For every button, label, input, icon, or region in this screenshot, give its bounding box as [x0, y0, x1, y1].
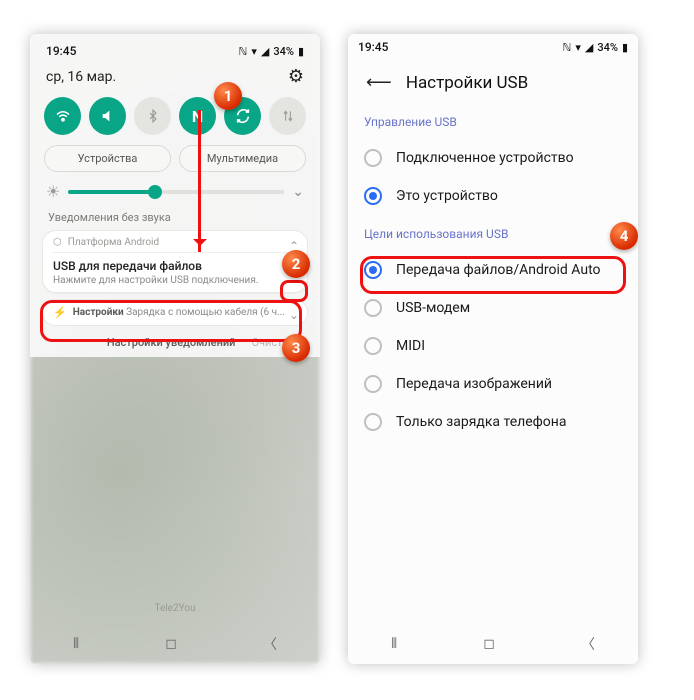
radio-usb-tether[interactable]: USB-модем — [362, 289, 624, 327]
group-purpose-label: Цели использования USB — [362, 223, 624, 251]
brightness-expand-icon[interactable]: ⌄ — [292, 184, 304, 200]
status-bar: 19:45 ℕ ▾ ◢ 34% ▮ — [348, 34, 638, 56]
battery-text: 34% — [273, 45, 294, 58]
radio-icon[interactable] — [364, 149, 382, 167]
shade-footer: Настройки уведомлений Очистить — [40, 332, 310, 357]
nav-recents-icon[interactable]: ⦀ — [391, 636, 397, 652]
chip-row: Устройства Мультимедиа — [40, 145, 310, 182]
notif-settings-link[interactable]: Настройки уведомлений — [107, 336, 236, 349]
android-icon: ⬡ — [53, 237, 62, 248]
charging-notification-card[interactable]: ⚡ Настройки Зарядка с помощью кабеля (6 … — [42, 299, 308, 326]
nav-bar: ⦀ ◻ 〈 — [348, 634, 638, 654]
signal-icon: ◢ — [261, 45, 269, 58]
android-platform-label: Платформа Android — [68, 237, 159, 248]
radio-label: Это устройство — [396, 188, 498, 204]
marker-4: 4 — [610, 222, 638, 250]
brightness-icon: ☀ — [46, 182, 60, 201]
radio-label: Передача файлов/Android Auto — [396, 262, 601, 278]
wifi-icon: ▾ — [251, 45, 257, 58]
radio-icon[interactable] — [364, 413, 382, 431]
nfc-icon: ℕ — [563, 41, 572, 54]
expand-chevron-icon[interactable]: ⌄ — [289, 308, 299, 322]
nav-back-icon[interactable]: 〈 — [263, 634, 277, 654]
nfc-icon: ℕ — [239, 45, 248, 58]
title-row: ⟵ Настройки USB — [362, 62, 624, 111]
radio-icon[interactable] — [364, 187, 382, 205]
date-row: ср, 16 мар. ⚙ — [40, 60, 310, 97]
power-text: Зарядка с помощью кабеля (6 ч... — [126, 307, 285, 318]
battery-icon: ▮ — [622, 41, 628, 54]
radio-label: MIDI — [396, 338, 425, 354]
usb-notif-title: USB для передачи файлов — [53, 259, 297, 273]
battery-icon: ▮ — [298, 45, 304, 58]
radio-icon[interactable] — [364, 375, 382, 393]
marker-1: 1 — [214, 82, 242, 110]
phone-right-usb-settings: 19:45 ℕ ▾ ◢ 34% ▮ ⟵ Настройки USB Управл… — [348, 34, 638, 664]
radio-icon[interactable] — [364, 299, 382, 317]
status-bar: 19:45 ℕ ▾ ◢ 34% ▮ — [40, 42, 310, 60]
marker-3: 3 — [282, 334, 310, 362]
qs-bluetooth-icon[interactable] — [134, 97, 171, 135]
brightness-slider[interactable]: ☀ ⌄ — [40, 182, 310, 209]
date-label: ср, 16 мар. — [46, 69, 116, 85]
nav-bar: ⦀ ◻ 〈 — [30, 634, 320, 654]
status-icons: ℕ ▾ ◢ 34% ▮ — [563, 41, 628, 54]
bolt-icon: ⚡ — [53, 306, 67, 319]
radio-label: USB-модем — [396, 300, 470, 316]
nav-back-icon[interactable]: 〈 — [581, 634, 595, 654]
notif-header: ⬡ Платформа Android — [53, 237, 297, 253]
nav-home-icon[interactable]: ◻ — [165, 636, 177, 652]
phone-left-shade: 19:45 ℕ ▾ ◢ 34% ▮ ср, 16 мар. ⚙ N Устрой… — [30, 34, 320, 664]
power-prefix: Настройки — [73, 307, 124, 318]
marker-2: 2 — [282, 250, 310, 278]
status-icons: ℕ ▾ ◢ 34% ▮ — [239, 45, 304, 58]
brightness-thumb[interactable] — [148, 185, 162, 199]
annotation-arrow — [198, 110, 201, 252]
radio-icon[interactable] — [364, 261, 382, 279]
notification-shade: 19:45 ℕ ▾ ◢ 34% ▮ ср, 16 мар. ⚙ N Устрой… — [30, 34, 320, 357]
brightness-track[interactable] — [68, 190, 284, 194]
radio-icon[interactable] — [364, 337, 382, 355]
radio-ptp[interactable]: Передача изображений — [362, 365, 624, 403]
signal-icon: ◢ — [585, 41, 593, 54]
nav-home-icon[interactable]: ◻ — [483, 636, 495, 652]
chip-devices[interactable]: Устройства — [44, 145, 171, 172]
group-control-label: Управление USB — [362, 111, 624, 139]
radio-label: Только зарядка телефона — [396, 414, 566, 430]
quick-settings-row: N — [40, 97, 310, 145]
radio-midi[interactable]: MIDI — [362, 327, 624, 365]
radio-charge-only[interactable]: Только зарядка телефона — [362, 403, 624, 441]
usb-notif-subtitle: Нажмите для настройки USB подключения. — [53, 275, 297, 286]
radio-this-device[interactable]: Это устройство — [362, 177, 624, 215]
radio-connected-device[interactable]: Подключенное устройство — [362, 139, 624, 177]
page-title: Настройки USB — [406, 73, 528, 93]
status-time: 19:45 — [46, 44, 76, 58]
battery-text: 34% — [597, 41, 618, 54]
radio-label: Подключенное устройство — [396, 150, 574, 166]
qs-wifi-icon[interactable] — [44, 97, 81, 135]
radio-label: Передача изображений — [396, 376, 552, 392]
qs-data-icon[interactable] — [269, 97, 306, 135]
settings-gear-icon[interactable]: ⚙ — [288, 66, 304, 87]
nav-recents-icon[interactable]: ⦀ — [73, 636, 79, 652]
usb-settings-screen: ⟵ Настройки USB Управление USB Подключен… — [348, 56, 638, 447]
status-time: 19:45 — [358, 40, 388, 54]
carrier-label: Tele2You — [30, 603, 320, 614]
back-arrow-icon[interactable]: ⟵ — [366, 72, 392, 93]
qs-sound-icon[interactable] — [89, 97, 126, 135]
usb-notification-card[interactable]: ⬡ Платформа Android ⌃ USB для передачи ф… — [42, 230, 308, 293]
wifi-icon: ▾ — [575, 41, 581, 54]
silent-section-label: Уведомления без звука — [40, 209, 310, 230]
radio-file-transfer[interactable]: Передача файлов/Android Auto — [362, 251, 624, 289]
brightness-fill — [68, 190, 154, 194]
